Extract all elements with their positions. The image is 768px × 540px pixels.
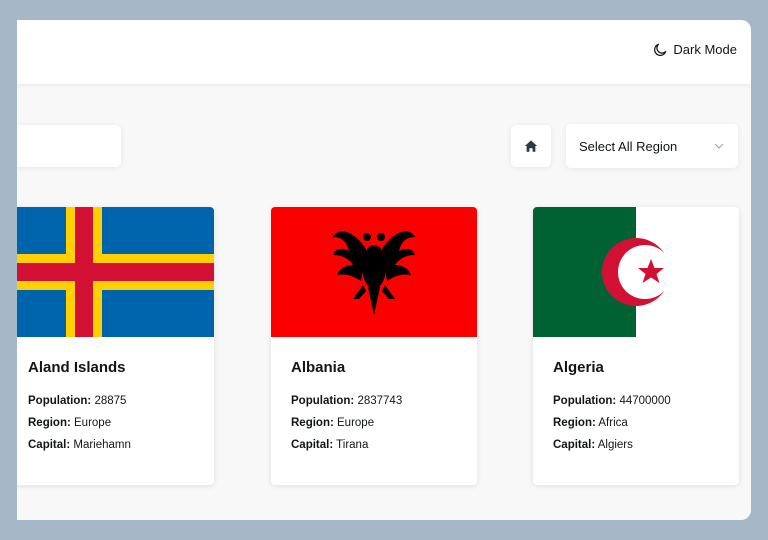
dark-mode-label: Dark Mode bbox=[673, 42, 737, 57]
country-region: Region: Europe bbox=[28, 417, 112, 429]
country-name: Aland Islands bbox=[28, 359, 126, 376]
app-window: Dark Mode Select All Region Aland Island… bbox=[17, 20, 751, 520]
country-card[interactable]: Albania Population: 2837743 Region: Euro… bbox=[271, 207, 477, 485]
country-card[interactable]: Algeria Population: 44700000 Region: Afr… bbox=[533, 207, 739, 485]
moon-icon bbox=[654, 43, 667, 56]
country-capital: Capital: Algiers bbox=[553, 439, 633, 451]
flag-algeria bbox=[533, 207, 739, 337]
region-filter-select[interactable]: Select All Region bbox=[566, 124, 738, 168]
country-population: Population: 28875 bbox=[28, 395, 127, 407]
country-region: Region: Africa bbox=[553, 417, 628, 429]
country-capital: Capital: Tirana bbox=[291, 439, 369, 451]
flag-albania bbox=[271, 207, 477, 337]
flag-aland-islands bbox=[17, 207, 214, 337]
home-icon bbox=[524, 140, 538, 152]
country-population: Population: 2837743 bbox=[291, 395, 403, 407]
country-capital: Capital: Mariehamn bbox=[28, 439, 131, 451]
country-card[interactable]: Aland Islands Population: 28875 Region: … bbox=[17, 207, 214, 485]
header: Dark Mode bbox=[17, 20, 751, 84]
country-population: Population: 44700000 bbox=[553, 395, 671, 407]
country-name: Algeria bbox=[553, 359, 604, 376]
chevron-down-icon bbox=[714, 143, 724, 149]
country-region: Region: Europe bbox=[291, 417, 375, 429]
region-select-label: Select All Region bbox=[579, 138, 678, 154]
search-input[interactable] bbox=[17, 125, 121, 167]
country-name: Albania bbox=[291, 359, 346, 376]
dark-mode-toggle[interactable]: Dark Mode bbox=[653, 42, 737, 57]
home-button[interactable] bbox=[511, 125, 551, 167]
